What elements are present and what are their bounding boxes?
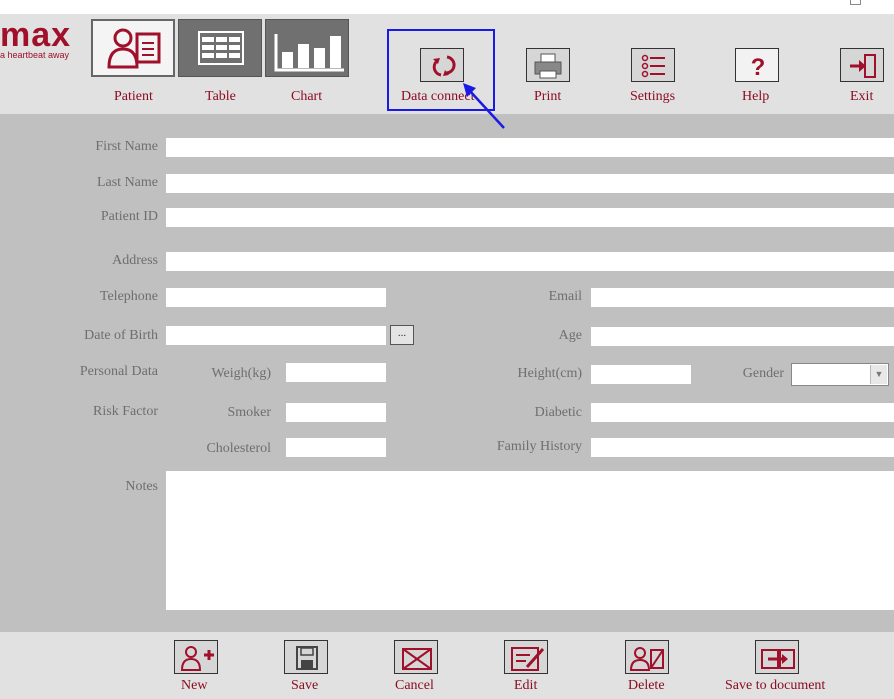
diabetic-field[interactable] (591, 403, 894, 422)
help-button[interactable]: ? (735, 48, 779, 82)
table-label: Table (205, 89, 236, 104)
svg-text:?: ? (751, 54, 766, 81)
date-picker-button[interactable]: ... (390, 325, 414, 345)
date-of-birth-label: Date of Birth (84, 328, 158, 343)
address-label: Address (112, 253, 158, 268)
patient-id-field[interactable] (166, 208, 894, 227)
patient-view-button[interactable] (91, 19, 175, 77)
age-label: Age (558, 328, 582, 343)
last-name-label: Last Name (96, 175, 158, 190)
telephone-label: Telephone (99, 289, 158, 304)
date-of-birth-field[interactable] (166, 326, 386, 345)
smoker-label: Smoker (227, 405, 271, 420)
save-label: Save (291, 678, 319, 693)
gender-label: Gender (742, 366, 784, 381)
chart-label: Chart (291, 89, 323, 104)
gender-select[interactable]: ▼ (791, 363, 889, 386)
personal-data-label: Personal Data (79, 364, 158, 379)
exit-button[interactable] (840, 48, 884, 82)
age-field[interactable] (591, 327, 894, 346)
new-label: New (181, 678, 208, 693)
brand-tagline: a heartbeat away (0, 50, 70, 60)
first-name-field[interactable] (166, 138, 894, 157)
delete-person-icon (629, 647, 664, 671)
exit-door-icon (850, 54, 876, 78)
email-field[interactable] (591, 288, 894, 307)
edit-label: Edit (514, 678, 538, 693)
cancel-label: Cancel (395, 678, 434, 693)
table-view-button[interactable] (178, 19, 262, 77)
delete-label: Delete (628, 678, 665, 693)
exit-label: Exit (850, 89, 874, 104)
family-history-field[interactable] (591, 438, 894, 457)
height-field[interactable] (591, 365, 691, 384)
patient-id-label: Patient ID (100, 209, 158, 224)
restore-icon[interactable] (850, 0, 861, 5)
settings-list-icon (641, 54, 665, 78)
notes-label: Notes (125, 479, 158, 494)
question-mark-icon: ? (751, 54, 766, 81)
brand-logo: max a heartbeat away (0, 18, 71, 60)
chevron-down-icon[interactable]: ▼ (870, 365, 887, 384)
cholesterol-field[interactable] (286, 438, 386, 457)
weight-field[interactable] (286, 363, 386, 382)
title-bar (0, 0, 894, 14)
floppy-disk-icon (296, 646, 318, 670)
save-button[interactable] (284, 640, 328, 674)
print-button[interactable] (526, 48, 570, 82)
export-document-icon (761, 649, 795, 669)
risk-factor-label: Risk Factor (93, 404, 158, 419)
chart-view-button[interactable] (265, 19, 349, 77)
add-person-icon (180, 646, 214, 671)
pointer-arrow-icon (463, 83, 505, 129)
diabetic-label: Diabetic (534, 405, 582, 420)
edit-pencil-icon (511, 647, 545, 671)
notes-textarea[interactable] (166, 471, 894, 610)
edit-button[interactable] (504, 640, 548, 674)
cancel-button[interactable] (394, 640, 438, 674)
address-field[interactable] (166, 252, 894, 271)
smoker-field[interactable] (286, 403, 386, 422)
telephone-field[interactable] (166, 288, 386, 307)
settings-label: Settings (630, 89, 676, 104)
weight-label: Weigh(kg) (211, 366, 271, 381)
patient-icon (107, 28, 161, 69)
first-name-label: First Name (95, 139, 158, 154)
print-label: Print (534, 89, 562, 104)
patient-label: Patient (114, 89, 153, 104)
height-label: Height(cm) (517, 366, 582, 381)
settings-button[interactable] (631, 48, 675, 82)
delete-button[interactable] (625, 640, 669, 674)
save-to-document-label: Save to document (725, 678, 826, 693)
last-name-field[interactable] (166, 174, 894, 193)
printer-icon (534, 53, 562, 79)
cholesterol-label: Cholesterol (206, 441, 271, 456)
chart-icon (274, 34, 344, 72)
email-label: Email (548, 289, 582, 304)
table-icon (198, 31, 244, 65)
family-history-label: Family History (496, 439, 582, 454)
new-button[interactable] (174, 640, 218, 674)
cancel-icon (402, 648, 432, 670)
help-label: Help (742, 89, 770, 104)
brand-name: max (0, 16, 72, 54)
save-to-document-button[interactable] (755, 640, 799, 674)
